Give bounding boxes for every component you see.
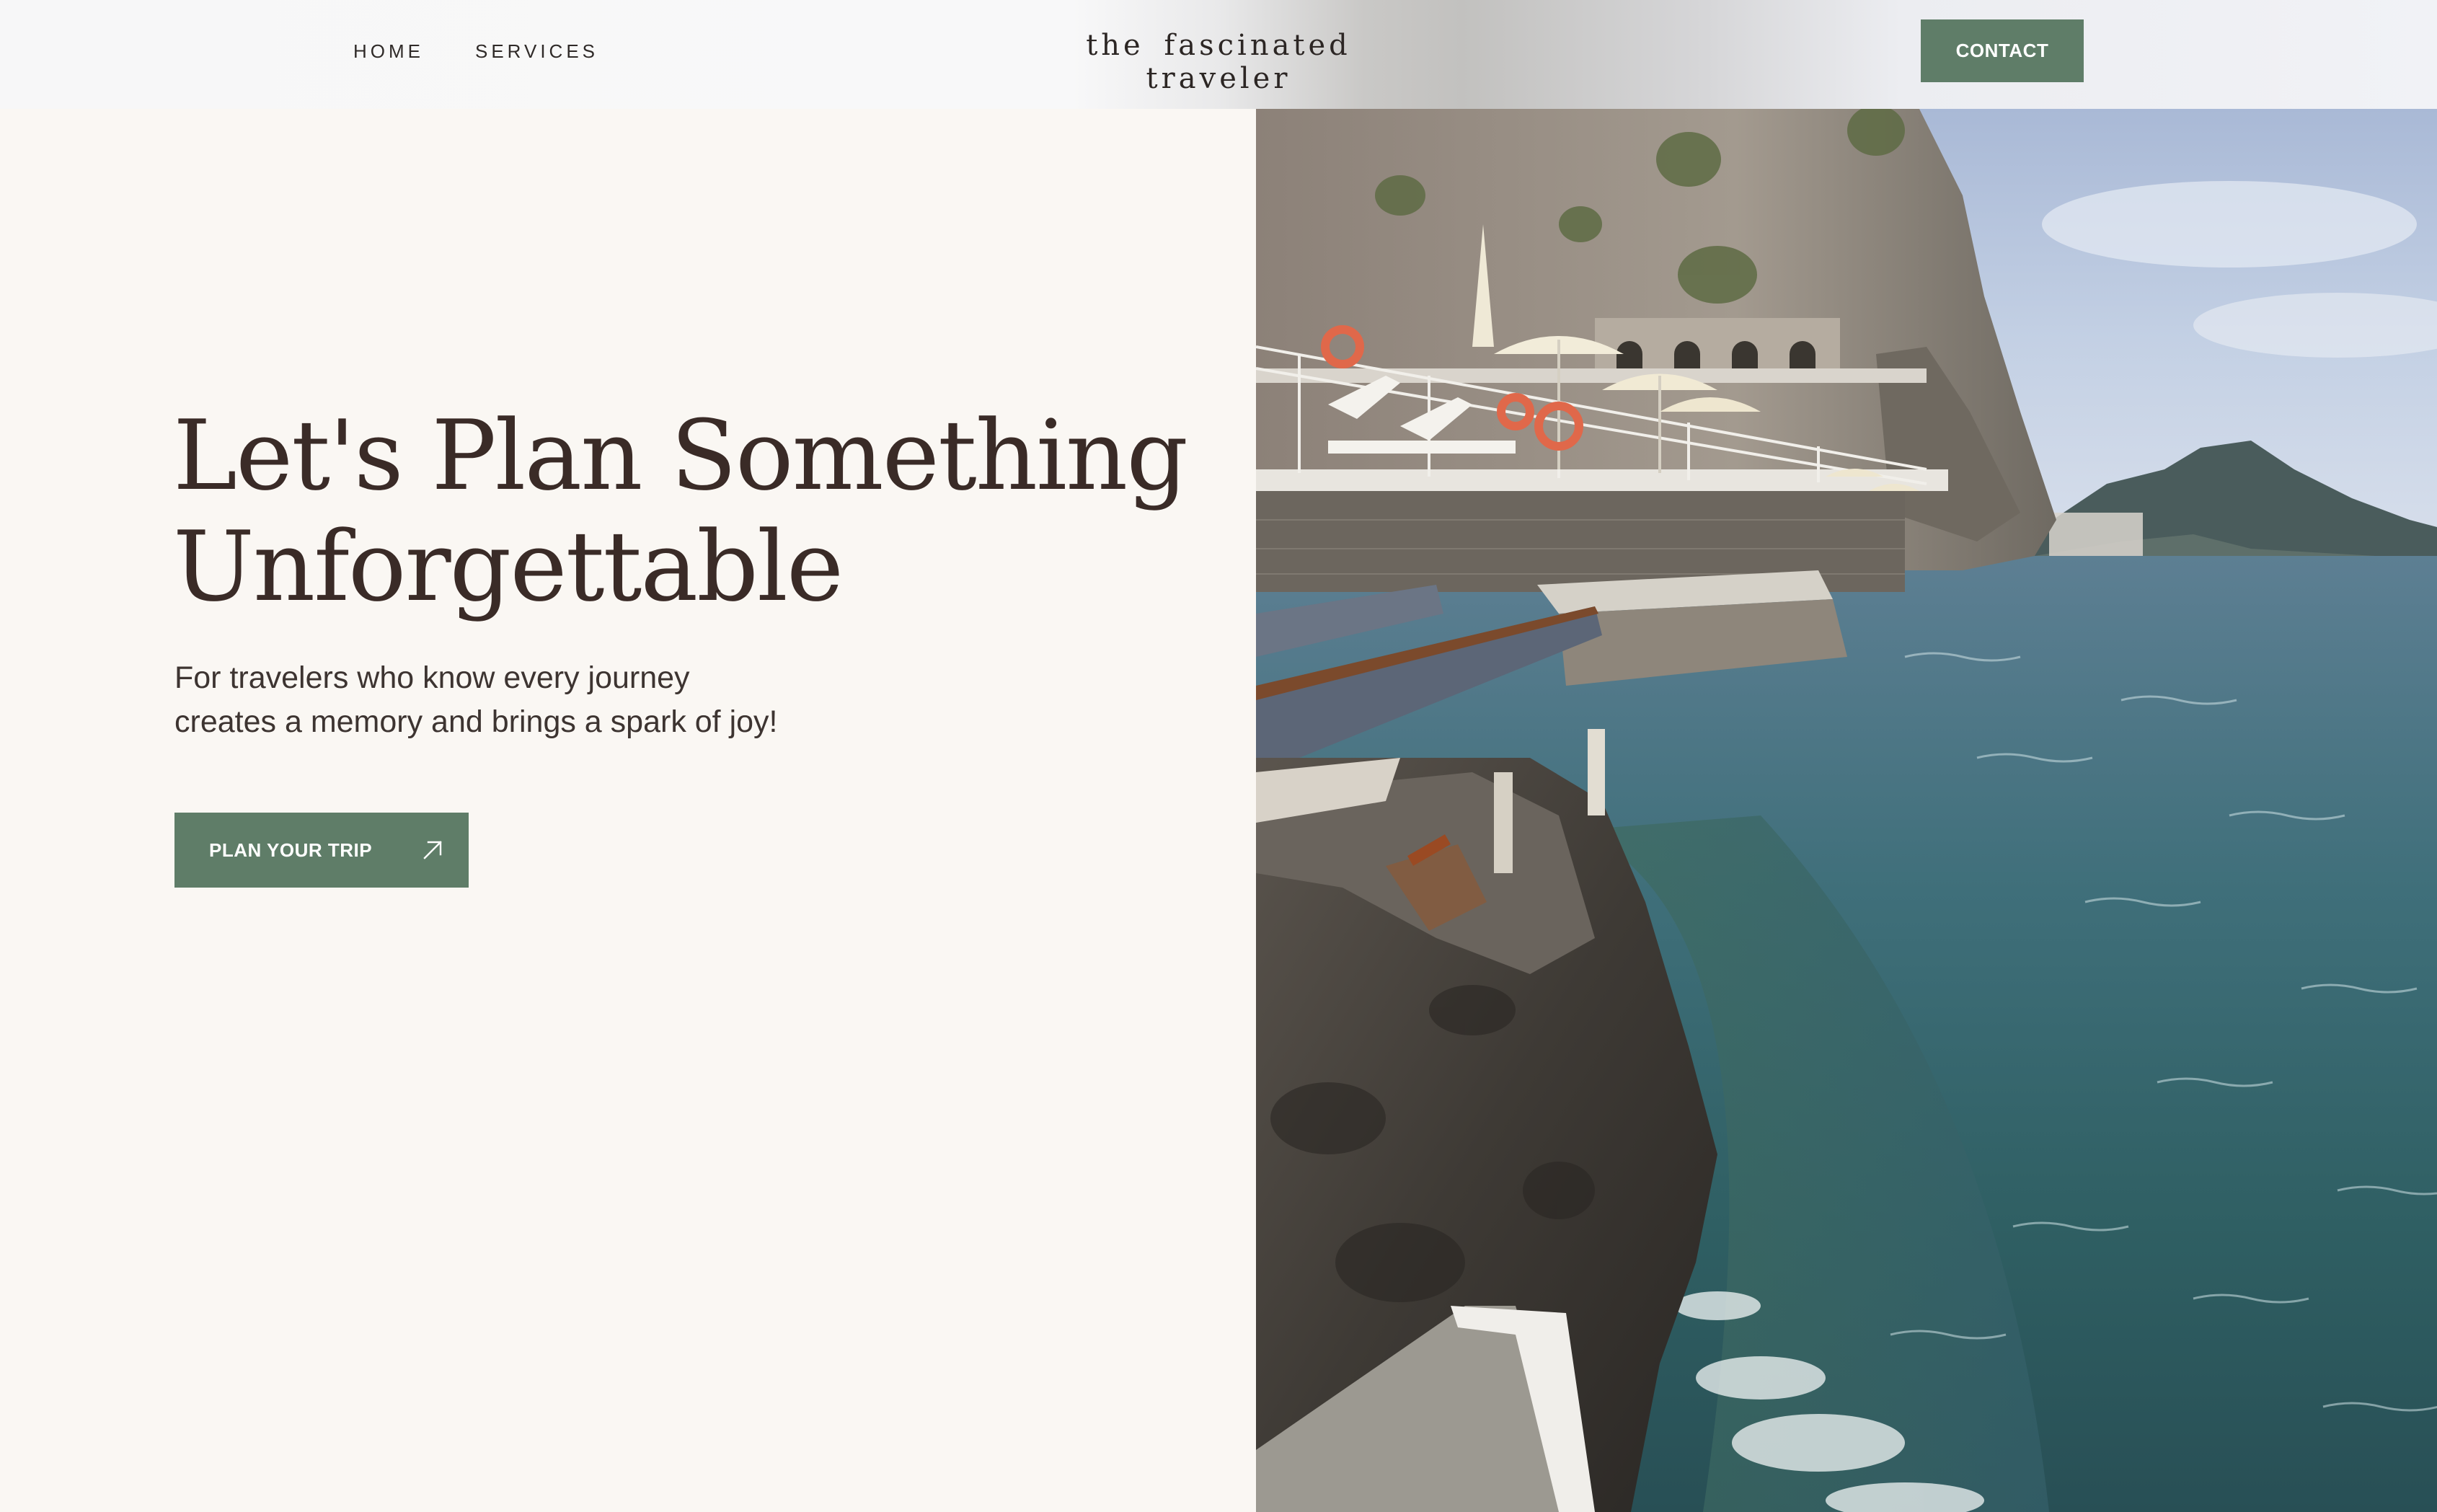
hero-headline-line1: Let's Plan Something (173, 399, 1188, 512)
plan-your-trip-label: PLAN YOUR TRIP (209, 839, 373, 861)
hero-headline: Let's Plan Something Unforgettable (173, 400, 1226, 622)
hero-subtext: For travelers who know every journey cre… (174, 656, 867, 744)
contact-button[interactable]: CONTACT (1921, 19, 2084, 82)
hero-photo (1256, 109, 2437, 1512)
coastal-scene-illustration (1256, 109, 2437, 1512)
site-logo[interactable]: the fascinated traveler (1038, 29, 1399, 95)
nav-home-link[interactable]: HOME (353, 40, 424, 63)
hero-text-panel (0, 109, 1256, 1512)
nav-services-link[interactable]: SERVICES (475, 40, 598, 63)
hero-subtext-line1: For travelers who know every journey (174, 660, 690, 695)
hero-subtext-line2: creates a memory and brings a spark of j… (174, 704, 778, 739)
hero-headline-line2: Unforgettable (173, 510, 844, 623)
plan-your-trip-button[interactable]: PLAN YOUR TRIP (174, 813, 469, 888)
site-header: HOME SERVICES the fascinated traveler CO… (0, 0, 2437, 109)
arrow-up-right-icon (423, 841, 442, 859)
